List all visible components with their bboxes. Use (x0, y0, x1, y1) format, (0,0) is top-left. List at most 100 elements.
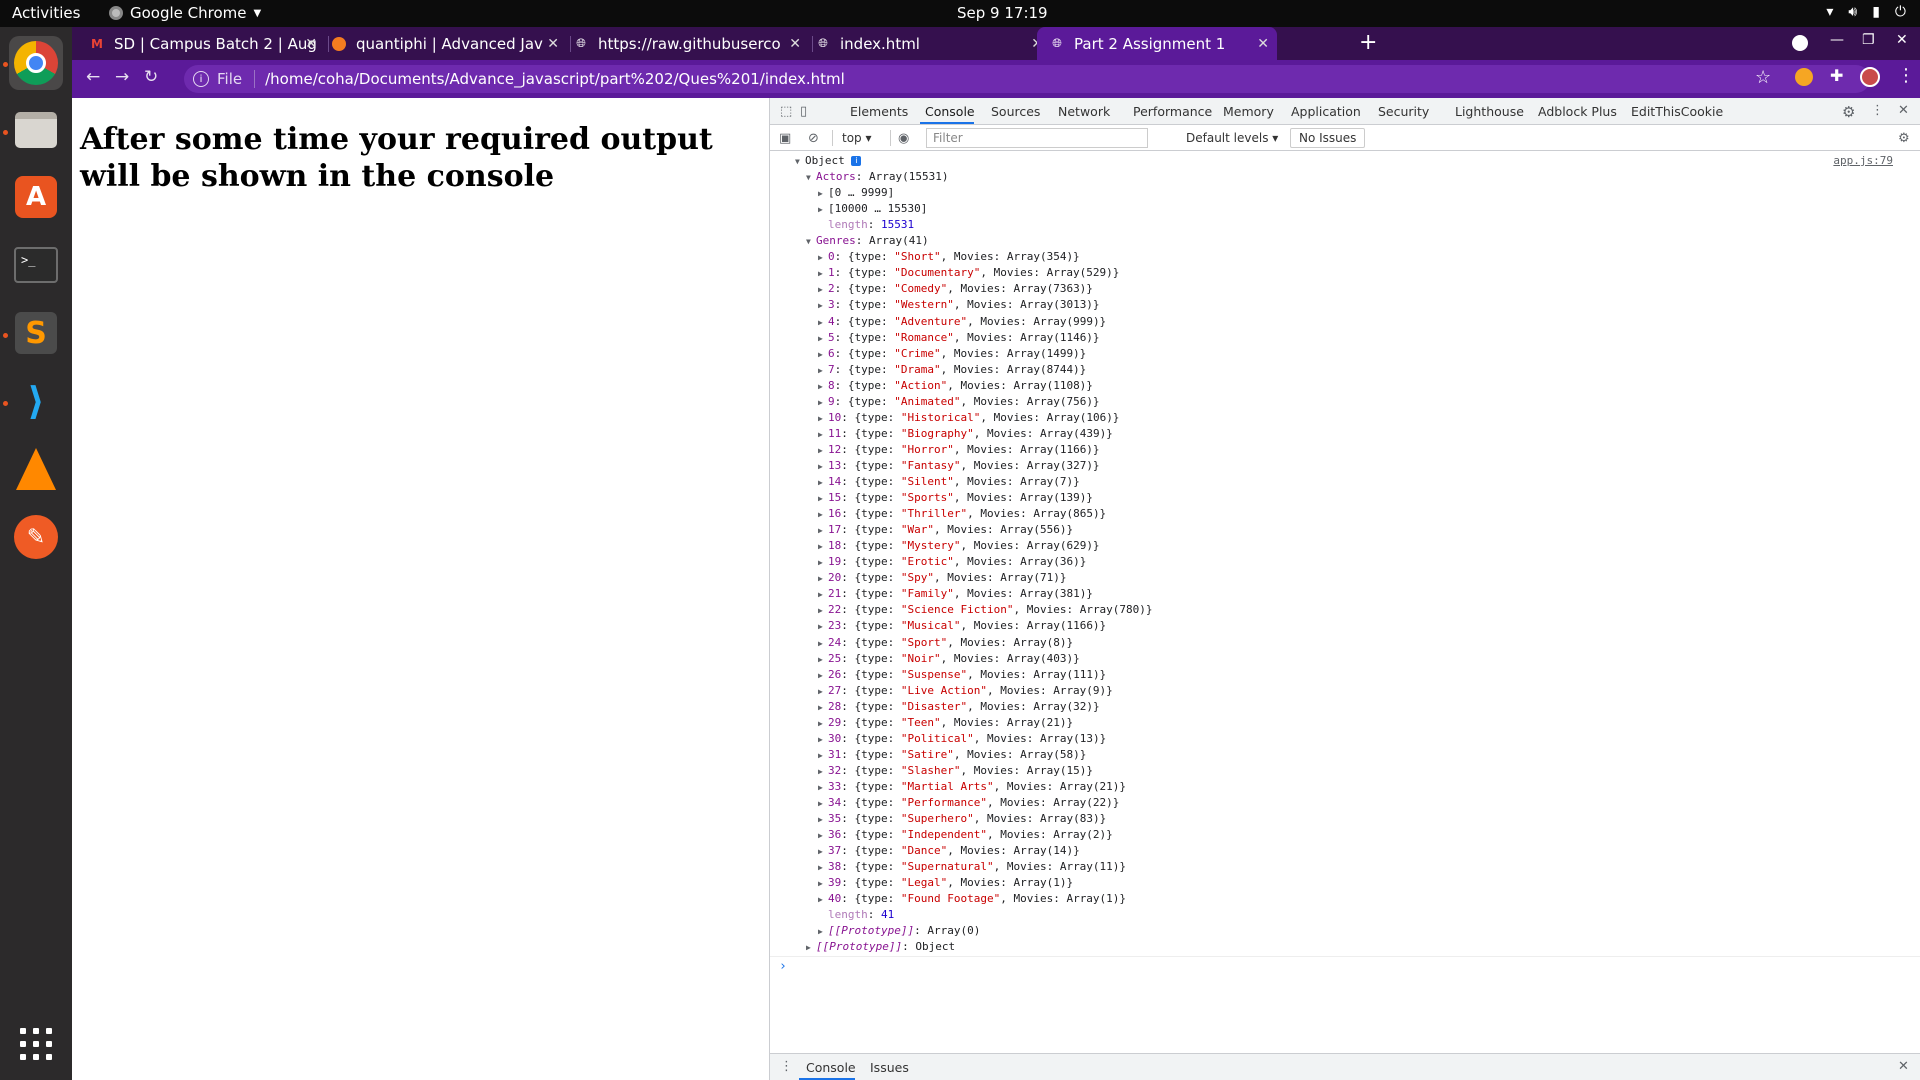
console-genre-entry[interactable]: ▶ 3: {type: "Western", Movies: Array(3013… (818, 297, 1100, 313)
console-genre-entry[interactable]: ▶ 0: {type: "Short", Movies: Array(354)} (818, 249, 1080, 265)
console-settings-gear-icon[interactable]: ⚙ (1898, 131, 1910, 146)
minimize-icon[interactable]: — (1830, 32, 1844, 48)
dock-chrome[interactable] (9, 36, 63, 90)
settings-gear-icon[interactable]: ⚙ (1842, 103, 1855, 121)
console-genre-entry[interactable]: ▶ 19: {type: "Erotic", Movies: Array(36)} (818, 554, 1086, 570)
close-drawer-icon[interactable]: ✕ (1898, 1059, 1909, 1074)
devtools-tab-security[interactable]: Security (1378, 104, 1429, 119)
info-icon[interactable]: i (193, 71, 209, 87)
log-levels-dropdown[interactable]: Default levels ▾ (1186, 131, 1278, 145)
console-genre-entry[interactable]: ▶ 10: {type: "Historical", Movies: Array(… (818, 410, 1119, 426)
console-genres-prototype[interactable]: ▶ [[Prototype]]: Array(0) (818, 923, 980, 939)
console-genre-entry[interactable]: ▶ 29: {type: "Teen", Movies: Array(21)} (818, 715, 1073, 731)
console-genre-entry[interactable]: ▶ 16: {type: "Thriller", Movies: Array(86… (818, 506, 1106, 522)
tab-quantiphi[interactable]: quantiphi | Advanced Jav ✕ (332, 27, 567, 60)
more-options-icon[interactable]: ⋮ (1871, 103, 1884, 118)
console-genre-entry[interactable]: ▶ 15: {type: "Sports", Movies: Array(139)… (818, 490, 1093, 506)
dock-vscode[interactable]: ⟩ (9, 374, 63, 428)
console-genre-entry[interactable]: ▶ 38: {type: "Supernatural", Movies: Arra… (818, 859, 1126, 875)
app-menu[interactable]: Google Chrome ▼ (109, 4, 261, 22)
tab-search-icon[interactable] (1792, 35, 1808, 51)
console-genre-entry[interactable]: ▶ 7: {type: "Drama", Movies: Array(8744)} (818, 362, 1086, 378)
close-window-icon[interactable]: ✕ (1896, 32, 1908, 48)
devtools-tab-performance[interactable]: Performance (1133, 104, 1212, 119)
console-genre-entry[interactable]: ▶ 17: {type: "War", Movies: Array(556)} (818, 522, 1073, 538)
restore-icon[interactable]: ❐ (1862, 32, 1875, 48)
close-devtools-icon[interactable]: ✕ (1898, 103, 1909, 118)
console-actors-chunk[interactable]: ▶ [0 … 9999] (818, 185, 894, 201)
console-genre-entry[interactable]: ▶ 12: {type: "Horror", Movies: Array(1166… (818, 442, 1100, 458)
url-text[interactable]: /home/coha/Documents/Advance_javascript/… (265, 70, 845, 88)
console-genre-entry[interactable]: ▶ 35: {type: "Superhero", Movies: Array(8… (818, 811, 1106, 827)
console-genre-entry[interactable]: ▶ 9: {type: "Animated", Movies: Array(756… (818, 394, 1100, 410)
source-link[interactable]: app.js:79 (1833, 154, 1893, 167)
console-root-prototype[interactable]: ▶ [[Prototype]]: Object (806, 939, 955, 955)
extensions-puzzle-icon[interactable]: ✚ (1830, 66, 1843, 85)
clock[interactable]: Sep 9 17:19 (957, 4, 1048, 22)
reload-icon[interactable]: ↻ (144, 67, 158, 87)
close-icon[interactable]: ✕ (547, 36, 559, 52)
dock-sublime[interactable]: S (9, 306, 63, 360)
devtools-tab-memory[interactable]: Memory (1223, 104, 1274, 119)
issues-button[interactable]: No Issues (1290, 128, 1366, 148)
devtools-tab-editthiscookie[interactable]: EditThisCookie (1631, 104, 1723, 119)
dock-vlc[interactable] (9, 442, 63, 496)
tab-part2-assignment[interactable]: 🌐︎ Part 2 Assignment 1 ✕ (1037, 27, 1277, 60)
console-prompt[interactable]: › (770, 956, 1920, 980)
menu-kebab-icon[interactable]: ⋮ (1897, 65, 1915, 86)
sidebar-toggle-icon[interactable]: ▣ (779, 131, 791, 146)
console-genre-entry[interactable]: ▶ 18: {type: "Mystery", Movies: Array(629… (818, 538, 1100, 554)
console-genre-entry[interactable]: ▶ 40: {type: "Found Footage", Movies: Arr… (818, 891, 1126, 907)
avatar[interactable] (1860, 67, 1880, 87)
dock-files[interactable] (9, 103, 63, 157)
tab-index-html[interactable]: 🌐︎ index.html ✕ (816, 27, 1051, 60)
console-genre-entry[interactable]: ▶ 25: {type: "Noir", Movies: Array(403)} (818, 651, 1080, 667)
console-genre-entry[interactable]: ▶ 39: {type: "Legal", Movies: Array(1)} (818, 875, 1073, 891)
live-expression-eye-icon[interactable]: ◉ (898, 131, 909, 146)
console-actors[interactable]: ▼ Actors: Array(15531) (806, 169, 948, 185)
clear-console-icon[interactable]: ⊘ (808, 131, 819, 146)
devtools-tab-application[interactable]: Application (1291, 104, 1361, 119)
console-genre-entry[interactable]: ▶ 5: {type: "Romance", Movies: Array(1146… (818, 330, 1100, 346)
show-apps-button[interactable] (9, 1017, 63, 1071)
cookie-extension-icon[interactable] (1795, 68, 1813, 86)
console-genre-entry[interactable]: ▶ 11: {type: "Biography", Movies: Array(4… (818, 426, 1113, 442)
devtools-tab-elements[interactable]: Elements (850, 104, 908, 119)
console-genre-entry[interactable]: ▶ 26: {type: "Suspense", Movies: Array(11… (818, 667, 1106, 683)
dock-postman[interactable]: ✎ (9, 510, 63, 564)
console-genre-entry[interactable]: ▶ 33: {type: "Martial Arts", Movies: Arra… (818, 779, 1126, 795)
console-genre-entry[interactable]: ▶ 27: {type: "Live Action", Movies: Array… (818, 683, 1113, 699)
console-genre-entry[interactable]: ▶ 14: {type: "Silent", Movies: Array(7)} (818, 474, 1080, 490)
devtools-tab-lighthouse[interactable]: Lighthouse (1455, 104, 1524, 119)
console-genre-entry[interactable]: ▶ 24: {type: "Sport", Movies: Array(8)} (818, 635, 1073, 651)
dock-terminal[interactable]: >_ (9, 238, 63, 292)
forward-icon[interactable]: → (115, 67, 129, 87)
drawer-tab-issues[interactable]: Issues (870, 1060, 909, 1075)
context-selector[interactable]: top ▾ (842, 131, 872, 145)
back-icon[interactable]: ← (86, 67, 100, 87)
address-bar[interactable]: i File /home/coha/Documents/Advance_java… (184, 65, 1870, 93)
console-genre-entry[interactable]: ▶ 31: {type: "Satire", Movies: Array(58)} (818, 747, 1086, 763)
inspect-element-icon[interactable]: ⬚ (780, 104, 792, 119)
console-genre-entry[interactable]: ▶ 21: {type: "Family", Movies: Array(381)… (818, 586, 1093, 602)
console-genre-entry[interactable]: ▶ 20: {type: "Spy", Movies: Array(71)} (818, 570, 1066, 586)
console-genre-entry[interactable]: ▶ 30: {type: "Political", Movies: Array(1… (818, 731, 1106, 747)
tab-raw-github[interactable]: 🌐︎ https://raw.githubuserco ✕ (574, 27, 809, 60)
console-genres[interactable]: ▼ Genres: Array(41) (806, 233, 929, 249)
console-genre-entry[interactable]: ▶ 13: {type: "Fantasy", Movies: Array(327… (818, 458, 1100, 474)
drawer-tab-console[interactable]: Console (806, 1060, 856, 1075)
devtools-tab-adblock-plus[interactable]: Adblock Plus (1538, 104, 1617, 119)
console-genre-entry[interactable]: ▶ 22: {type: "Science Fiction", Movies: A… (818, 602, 1153, 618)
console-genre-entry[interactable]: ▶ 34: {type: "Performance", Movies: Array… (818, 795, 1119, 811)
console-genre-entry[interactable]: ▶ 1: {type: "Documentary", Movies: Array(… (818, 265, 1119, 281)
bookmark-star-icon[interactable]: ☆ (1755, 67, 1771, 88)
tab-gmail[interactable]: M SD | Campus Batch 2 | Aug ✕ (90, 27, 325, 60)
console-genre-entry[interactable]: ▶ 37: {type: "Dance", Movies: Array(14)} (818, 843, 1080, 859)
device-toolbar-icon[interactable]: ▯ (800, 104, 807, 119)
close-icon[interactable]: ✕ (305, 36, 317, 52)
devtools-tab-sources[interactable]: Sources (991, 104, 1040, 119)
console-genre-entry[interactable]: ▶ 28: {type: "Disaster", Movies: Array(32… (818, 699, 1100, 715)
console-genre-entry[interactable]: ▶ 23: {type: "Musical", Movies: Array(116… (818, 618, 1106, 634)
console-filter-input[interactable]: Filter (926, 128, 1148, 148)
console-genre-entry[interactable]: ▶ 4: {type: "Adventure", Movies: Array(99… (818, 314, 1106, 330)
